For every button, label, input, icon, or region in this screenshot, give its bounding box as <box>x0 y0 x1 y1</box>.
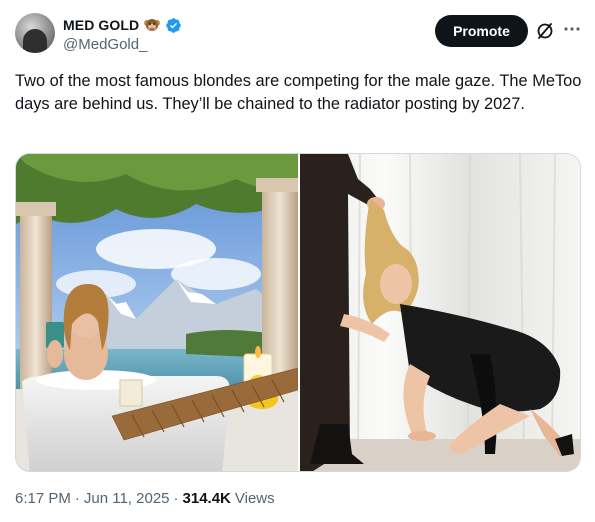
tweet-meta: 6:17 PM · Jun 11, 2025 · 314.4K Views <box>15 490 275 507</box>
promote-button[interactable]: Promote <box>435 15 528 47</box>
author-display-name[interactable]: MED GOLD <box>63 17 139 33</box>
monkey-icon <box>143 16 161 34</box>
photo-bathtub[interactable] <box>16 154 298 471</box>
author-name-row: MED GOLD <box>63 16 182 34</box>
photo-kneeling[interactable] <box>300 154 580 471</box>
tweet-time[interactable]: 6:17 PM <box>15 490 71 507</box>
author-handle[interactable]: @MedGold_ <box>63 36 147 53</box>
verified-badge-icon[interactable] <box>165 17 182 34</box>
grok-icon[interactable] <box>535 21 555 41</box>
tweet-date[interactable]: Jun 11, 2025 <box>84 490 170 507</box>
views-count[interactable]: 314.4K <box>183 490 231 507</box>
media-grid <box>15 153 581 472</box>
tweet-text: Two of the most famous blondes are compe… <box>15 72 582 113</box>
meta-separator: · <box>74 490 80 507</box>
views-label: Views <box>234 490 275 507</box>
avatar[interactable] <box>15 13 55 53</box>
meta-separator: · <box>173 490 179 507</box>
more-icon[interactable] <box>561 18 583 40</box>
